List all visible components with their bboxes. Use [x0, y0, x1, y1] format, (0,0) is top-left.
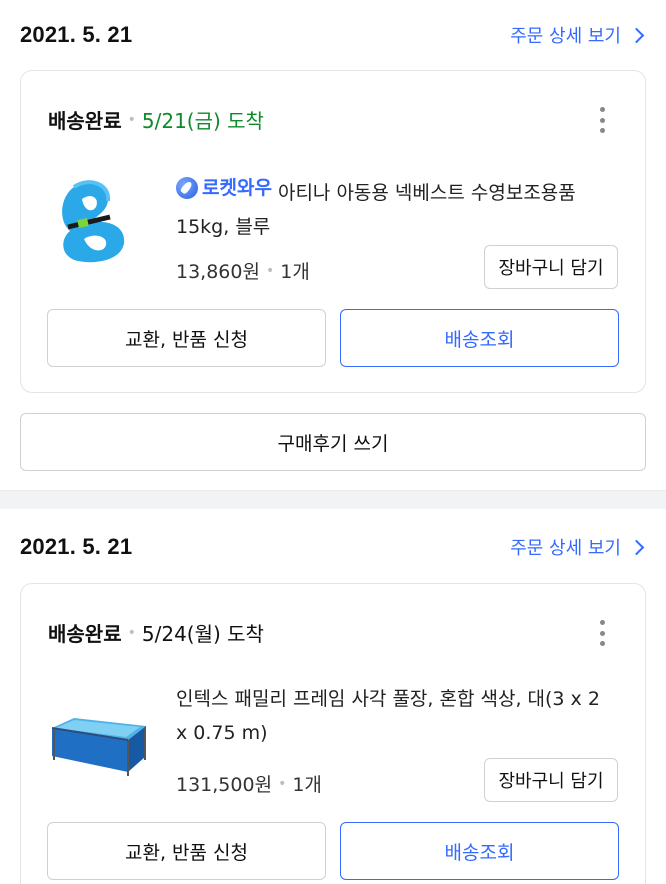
more-vertical-icon[interactable] [599, 107, 605, 133]
delivery-status: 배송완료 [48, 109, 122, 133]
arrival-date: 5/21(금) 도착 [141, 109, 264, 133]
action-buttons: 교환, 반품 신청 배송조회 [47, 309, 619, 367]
product-name-line-2: x 0.75 m) [176, 722, 268, 744]
delivery-status: 배송완료 [48, 622, 122, 646]
order-detail-label: 주문 상세 보기 [510, 538, 621, 559]
exchange-return-button[interactable]: 교환, 반품 신청 [47, 822, 326, 880]
action-buttons: 교환, 반품 신청 배송조회 [47, 822, 619, 880]
separator-dot: • [127, 111, 136, 128]
write-review-button[interactable]: 구매후기 쓰기 [20, 413, 646, 471]
product-price: 131,500원 [176, 774, 273, 796]
order-detail-link[interactable]: 주문 상세 보기 [510, 22, 646, 48]
product-thumbnail-pool[interactable] [48, 688, 148, 788]
track-delivery-button[interactable]: 배송조회 [340, 309, 619, 367]
product-quantity: 1개 [292, 774, 322, 796]
order-item-card: 배송완료 • 5/21(금) 도착 로켓와우 아티나 아동용 넥베스트 수영보조… [20, 70, 646, 393]
add-to-cart-button[interactable]: 장바구니 담기 [484, 245, 618, 289]
order-date: 2021. 5. 21 [20, 534, 133, 559]
product-info[interactable]: 로켓와우 아티나 아동용 넥베스트 수영보조용품 15kg, 블루 [176, 171, 615, 244]
delivery-status-row: 배송완료 • 5/24(월) 도착 [48, 618, 264, 647]
product-option: 15kg, 블루 [176, 216, 271, 238]
separator-dot: • [127, 624, 136, 641]
order-date-row: 2021. 5. 21 주문 상세 보기 [20, 18, 646, 52]
product-quantity: 1개 [280, 261, 310, 283]
order-detail-link[interactable]: 주문 상세 보기 [510, 534, 646, 560]
order-date-row: 2021. 5. 21 주문 상세 보기 [20, 530, 646, 564]
product-price: 13,860원 [176, 261, 260, 283]
separator-dot: • [278, 775, 287, 792]
chevron-right-icon [628, 539, 645, 555]
separator-dot: • [265, 262, 275, 279]
more-vertical-icon[interactable] [599, 620, 605, 646]
price-quantity: 131,500원 • 1개 [176, 770, 322, 797]
order-section-2: 2021. 5. 21 주문 상세 보기 배송완료 • 5/24(월) 도착 인… [0, 509, 666, 884]
rocket-wow-icon [176, 177, 198, 199]
product-name-line: 로켓와우 아티나 아동용 넥베스트 수영보조용품 [176, 171, 615, 210]
rocket-wow-badge: 로켓와우 [176, 171, 272, 205]
track-delivery-button[interactable]: 배송조회 [340, 822, 619, 880]
product-thumbnail-float-vest[interactable] [48, 169, 148, 269]
price-quantity: 13,860원 • 1개 [176, 257, 310, 284]
add-to-cart-button[interactable]: 장바구니 담기 [484, 758, 618, 802]
section-divider [0, 490, 666, 509]
product-name: 아티나 아동용 넥베스트 수영보조용품 [277, 182, 576, 204]
order-date: 2021. 5. 21 [20, 22, 133, 47]
delivery-status-row: 배송완료 • 5/21(금) 도착 [48, 105, 264, 134]
exchange-return-button[interactable]: 교환, 반품 신청 [47, 309, 326, 367]
product-name-line-1: 인텍스 패밀리 프레임 사각 풀장, 혼합 색상, 대(3 x 2 [176, 688, 600, 710]
order-detail-label: 주문 상세 보기 [510, 26, 621, 47]
product-info[interactable]: 인텍스 패밀리 프레임 사각 풀장, 혼합 색상, 대(3 x 2 x 0.75… [176, 682, 615, 750]
order-item-card: 배송완료 • 5/24(월) 도착 인텍스 패밀리 프레임 사각 풀장, 혼합 … [20, 583, 646, 884]
chevron-right-icon [628, 27, 645, 43]
arrival-date: 5/24(월) 도착 [141, 622, 264, 646]
order-section-1: 2021. 5. 21 주문 상세 보기 배송완료 • 5/21(금) 도착 로… [0, 0, 666, 490]
